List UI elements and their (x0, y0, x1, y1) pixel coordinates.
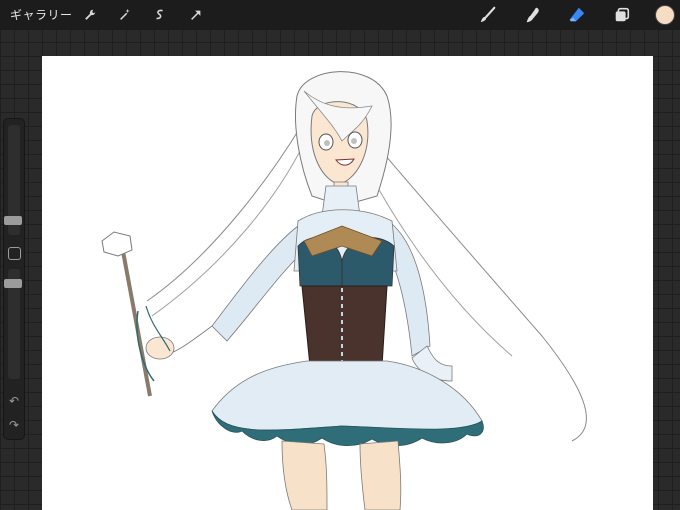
brush-size-thumb[interactable] (4, 216, 22, 225)
opacity-slider[interactable] (4, 269, 22, 379)
magic-wand-icon[interactable] (115, 5, 135, 25)
brush-sidebar: ↶ ↷ (3, 118, 25, 440)
layers-icon[interactable] (611, 5, 633, 25)
selection-icon[interactable] (150, 5, 170, 25)
undo-button[interactable]: ↶ (6, 393, 22, 409)
opacity-thumb[interactable] (4, 279, 22, 288)
eraser-icon[interactable] (566, 5, 588, 25)
brush-icon[interactable] (477, 5, 499, 25)
top-toolbar: ギャラリー (0, 0, 680, 30)
transform-arrow-icon[interactable] (186, 5, 206, 25)
drawing-canvas[interactable] (42, 56, 653, 510)
brush-size-slider[interactable] (4, 125, 22, 235)
gallery-button[interactable]: ギャラリー (10, 6, 73, 23)
modify-button[interactable] (8, 247, 21, 260)
current-color-swatch[interactable] (655, 5, 675, 25)
smudge-icon[interactable] (522, 5, 544, 25)
wrench-icon[interactable] (80, 5, 100, 25)
redo-button[interactable]: ↷ (6, 417, 22, 433)
artwork-illustration (101, 71, 587, 510)
